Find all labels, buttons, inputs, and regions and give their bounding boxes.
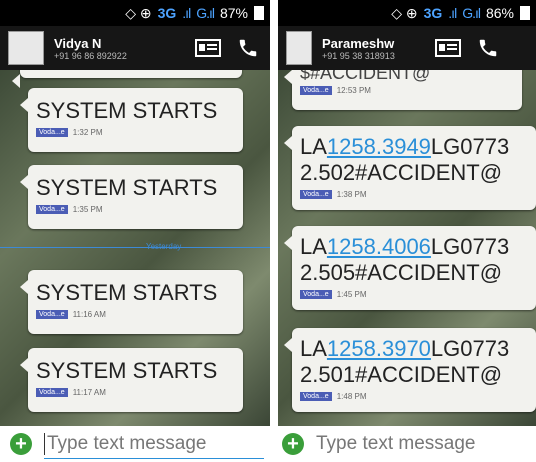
text-suffix: LG0773: [430, 234, 510, 259]
message-time: 1:45 PM: [336, 290, 367, 299]
conversation-area[interactable]: SYSTEM STARTS Voda...e 1:32 PM SYSTEM STA…: [0, 70, 270, 426]
phone-icon[interactable]: [234, 38, 262, 58]
message-bubble[interactable]: LA1258.3970LG0773 2.501#ACCIDENT@ Voda..…: [284, 328, 536, 412]
sim-badge: Voda...e: [36, 310, 68, 319]
signal-icon-2: G.ıl: [462, 5, 481, 21]
signal-icon-2: G.ıl: [196, 5, 215, 21]
signal-icon: .ıl: [182, 5, 191, 21]
phone-icon[interactable]: [474, 38, 502, 58]
date-divider-label: Yesterday: [146, 242, 182, 251]
coordinate-link[interactable]: 1258.3970: [327, 336, 431, 361]
message-bubble[interactable]: LA1258.4006LG0773 2.505#ACCIDENT@ Voda..…: [284, 226, 536, 310]
sim-badge: Voda...e: [300, 190, 332, 199]
text-prefix: LA: [300, 234, 327, 259]
message-text: $#ACCIDENT@: [300, 70, 431, 83]
text-suffix: LG0773: [430, 134, 510, 159]
message-text: SYSTEM STARTS: [36, 280, 218, 305]
text-prefix: LA: [300, 336, 327, 361]
right-screenshot: ◇ ⊕ 3G .ıl G.ıl 86% Parameshw +91 95 38 …: [278, 0, 536, 462]
signal-icon: .ıl: [448, 5, 457, 21]
message-bubble-partial[interactable]: [12, 70, 242, 88]
text-suffix: LG0773: [430, 336, 510, 361]
status-bar: ◇ ⊕ 3G .ıl G.ıl 86%: [278, 0, 536, 26]
sim-badge: Voda...e: [300, 86, 332, 95]
action-bar: Parameshw +91 95 38 318913: [278, 26, 536, 70]
message-text: LA1258.4006LG0773: [300, 234, 528, 260]
avatar[interactable]: [286, 31, 312, 65]
network-type: 3G: [157, 5, 177, 21]
input-underline: [44, 458, 264, 459]
message-text: SYSTEM STARTS: [36, 98, 218, 123]
sim-badge: Voda...e: [36, 128, 68, 137]
compose-bar: + Type text message: [0, 426, 270, 462]
conversation-area[interactable]: $#ACCIDENT@ Voda...e 12:53 PM LA1258.3949…: [278, 70, 536, 426]
add-icon[interactable]: +: [282, 433, 304, 455]
message-time: 1:38 PM: [336, 190, 367, 199]
message-bubble[interactable]: LA1258.3949LG0773 2.502#ACCIDENT@ Voda..…: [284, 126, 536, 210]
avatar[interactable]: [8, 31, 44, 65]
sim-badge: Voda...e: [300, 392, 332, 401]
status-bar: ◇ ⊕ 3G .ıl G.ıl 87%: [0, 0, 270, 26]
message-text: SYSTEM STARTS: [36, 175, 218, 200]
message-bubble[interactable]: $#ACCIDENT@ Voda...e 12:53 PM: [284, 70, 522, 110]
contact-number: +91 95 38 318913: [322, 50, 395, 61]
contact-info[interactable]: Parameshw +91 95 38 318913: [322, 36, 422, 61]
sync-icon: ◇ ⊕: [125, 4, 152, 21]
sim-badge: Voda...e: [300, 290, 332, 299]
add-icon[interactable]: +: [10, 433, 32, 455]
contact-name: Parameshw: [322, 35, 395, 51]
message-text: LA1258.3970LG0773: [300, 336, 528, 362]
battery-icon: [520, 6, 530, 20]
contact-card-icon[interactable]: [194, 38, 222, 58]
message-time: 1:32 PM: [72, 128, 103, 137]
message-text-line2: 2.501#ACCIDENT@: [300, 362, 503, 387]
message-time: 11:16 AM: [72, 310, 106, 319]
message-text-line2: 2.502#ACCIDENT@: [300, 160, 503, 185]
sync-icon: ◇ ⊕: [391, 4, 418, 21]
sim-badge: Voda...e: [36, 205, 68, 214]
compose-bar: + Type text message: [278, 426, 536, 462]
message-time: 1:35 PM: [72, 205, 103, 214]
action-bar: Vidya N +91 96 86 892922: [0, 26, 270, 70]
message-text: SYSTEM STARTS: [36, 358, 218, 383]
date-divider: [0, 247, 270, 248]
message-text-line2: 2.505#ACCIDENT@: [300, 260, 503, 285]
contact-number: +91 96 86 892922: [54, 50, 127, 61]
text-prefix: LA: [300, 134, 327, 159]
text-cursor: [44, 432, 45, 455]
battery-level: 86%: [485, 5, 514, 21]
battery-icon: [254, 6, 264, 20]
message-input-placeholder: Type text message: [47, 433, 207, 454]
message-time: 12:53 PM: [336, 86, 371, 95]
message-input[interactable]: Type text message: [44, 432, 207, 455]
message-bubble[interactable]: SYSTEM STARTS Voda...e 11:16 AM: [20, 270, 243, 334]
message-bubble[interactable]: SYSTEM STARTS Voda...e 1:32 PM: [20, 88, 243, 152]
message-text: LA1258.3949LG0773: [300, 134, 528, 160]
left-screenshot: ◇ ⊕ 3G .ıl G.ıl 87% Vidya N +91 96 86 89…: [0, 0, 270, 462]
network-type: 3G: [423, 5, 443, 21]
message-bubble[interactable]: SYSTEM STARTS Voda...e 1:35 PM: [20, 165, 243, 229]
sim-badge: Voda...e: [36, 388, 68, 397]
contact-name: Vidya N: [54, 35, 102, 51]
contact-card-icon[interactable]: [434, 38, 462, 58]
message-bubble[interactable]: SYSTEM STARTS Voda...e 11:17 AM: [20, 348, 243, 412]
battery-level: 87%: [219, 5, 248, 21]
message-time: 11:17 AM: [72, 388, 106, 397]
coordinate-link[interactable]: 1258.4006: [327, 234, 431, 259]
coordinate-link[interactable]: 1258.3949: [327, 134, 431, 159]
message-time: 1:48 PM: [336, 392, 367, 401]
contact-info[interactable]: Vidya N +91 96 86 892922: [54, 36, 182, 61]
message-input[interactable]: Type text message: [316, 433, 475, 455]
